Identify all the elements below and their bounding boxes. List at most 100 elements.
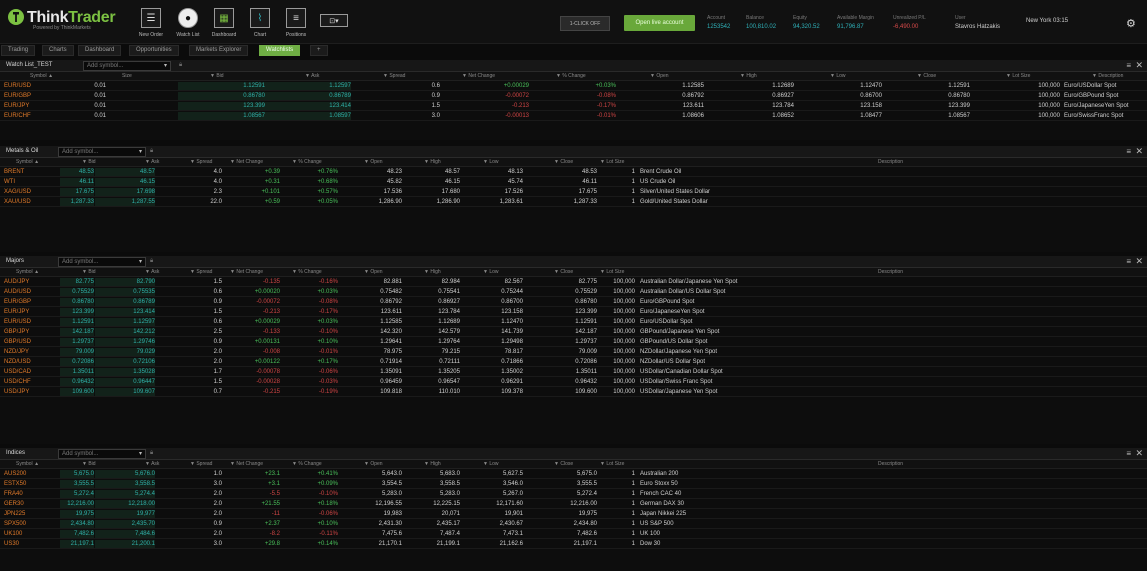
table-row[interactable]: BRENT 48.53 48.57 4.0 +0.39 +0.76% 48.23 48.57 4… xyxy=(0,168,1147,177)
column-header[interactable]: Description xyxy=(878,159,903,165)
table-row[interactable]: ESTX50 3,555.5 3,558.5 3.0 +3.1 +0.09% 3,554.5… xyxy=(0,480,1147,489)
column-header[interactable]: ▼ % Change xyxy=(292,461,322,467)
column-header[interactable]: ▼ Close xyxy=(554,159,573,165)
column-header[interactable]: ▼ Ask xyxy=(305,73,319,79)
dashboard-button[interactable]: ▦ Dashboard xyxy=(211,8,237,38)
column-header[interactable]: Description xyxy=(878,461,903,467)
column-header[interactable]: ▼ Low xyxy=(483,159,499,165)
column-header[interactable]: ▼ Low xyxy=(483,461,499,467)
column-header[interactable]: ▼ Net Change xyxy=(230,461,263,467)
tab-opportunities[interactable]: Opportunities xyxy=(129,45,179,56)
table-row[interactable]: AUD/JPY 82.775 82.790 1.5 -0.135 -0.16% 82.881… xyxy=(0,278,1147,287)
column-header[interactable]: Size xyxy=(122,73,132,79)
lock-icon[interactable]: 🔒︎ xyxy=(150,258,153,265)
column-header[interactable]: Symbol ▲ xyxy=(16,461,39,467)
add-tab-button[interactable]: + xyxy=(310,45,328,56)
column-header[interactable]: Symbol ▲ xyxy=(16,269,39,275)
menu-icon[interactable]: ≡ xyxy=(1126,61,1131,70)
table-row[interactable]: US30 21,197.1 21,200.1 3.0 +29.8 +0.14% 21,170… xyxy=(0,540,1147,549)
column-header[interactable]: ▼ Close xyxy=(554,269,573,275)
table-row[interactable]: EUR/JPY 123.399 123.414 1.5 -0.213 -0.17% 123.… xyxy=(0,308,1147,317)
table-row[interactable]: XAG/USD 17.675 17.698 2.3 +0.101 +0.57% 17.536… xyxy=(0,188,1147,197)
table-row[interactable]: USD/CHF 0.96432 0.96447 1.5 -0.00028 -0.03% 0.… xyxy=(0,378,1147,387)
table-row[interactable]: WTI 46.11 46.15 4.0 +0.31 +0.68% 45.82 46.15 45.… xyxy=(0,178,1147,187)
chevron-down-icon[interactable]: ▾ xyxy=(164,62,167,70)
tab-markets-explorer[interactable]: Markets Explorer xyxy=(189,45,249,56)
table-row[interactable]: XAU/USD 1,287.33 1,287.55 22.0 +0.59 +0.05% 1,… xyxy=(0,198,1147,207)
table-row[interactable]: USD/CAD 1.35011 1.35028 1.7 -0.00078 -0.06% 1.… xyxy=(0,368,1147,377)
column-header[interactable]: ▼ High xyxy=(424,269,441,275)
lock-icon[interactable]: 🔒︎ xyxy=(150,450,153,457)
column-header[interactable]: ▼ Ask xyxy=(145,269,159,275)
column-header[interactable]: ▼ Lot Size xyxy=(1006,73,1030,79)
column-header[interactable]: ▼ Bid xyxy=(210,73,224,79)
layout-dropdown[interactable]: ⊡▾ xyxy=(320,14,348,27)
table-row[interactable]: EUR/JPY 0.01 123.399 123.414 1.5 -0.213 -0.17%… xyxy=(0,102,1147,111)
tab-charts[interactable]: Charts xyxy=(42,45,74,56)
column-header[interactable]: ▼ Bid xyxy=(82,269,96,275)
tab-watchlists[interactable]: Watchlists xyxy=(259,45,301,56)
table-row[interactable]: NZD/JPY 79.009 79.029 2.0 -0.008 -0.01% 78.975… xyxy=(0,348,1147,357)
column-header[interactable]: ▼ Net Change xyxy=(462,73,495,79)
column-header[interactable]: ▼ Net Change xyxy=(230,159,263,165)
table-row[interactable]: AUD/USD 0.75529 0.75535 0.6 +0.00020 +0.03% 0.… xyxy=(0,288,1147,297)
close-icon[interactable]: ✕ xyxy=(1135,146,1143,157)
column-header[interactable]: ▼ Open xyxy=(364,159,383,165)
new-order-button[interactable]: ☰ New Order xyxy=(138,8,164,38)
close-icon[interactable]: ✕ xyxy=(1135,448,1143,459)
column-header[interactable]: ▼ Lot Size xyxy=(600,159,624,165)
table-row[interactable]: EUR/GBP 0.86780 0.86789 0.9 -0.00072 -0.08% 0.… xyxy=(0,298,1147,307)
table-row[interactable]: GER30 12,216.00 12,218.00 2.0 +21.55 +0.18% 12… xyxy=(0,500,1147,509)
one-click-toggle[interactable]: 1-CLICK OFF xyxy=(560,16,610,31)
table-row[interactable]: NZD/USD 0.72086 0.72106 2.0 +0.00122 +0.17% 0.… xyxy=(0,358,1147,367)
column-header[interactable]: ▼ High xyxy=(424,159,441,165)
table-row[interactable]: UK100 7,482.6 7,484.6 2.0 -8.2 -0.11% 7,475.6 7… xyxy=(0,530,1147,539)
chart-button[interactable]: ⌇ Chart xyxy=(247,8,273,38)
add-symbol-input[interactable]: Add symbol... ▾ xyxy=(58,257,146,267)
open-live-account-button[interactable]: Open live account xyxy=(624,15,695,31)
table-row[interactable]: GBP/JPY 142.187 142.212 2.5 -0.133 -0.10% 142.… xyxy=(0,328,1147,337)
column-header[interactable]: ▼ Bid xyxy=(82,159,96,165)
column-header[interactable]: ▼ Lot Size xyxy=(600,269,624,275)
chevron-down-icon[interactable]: ▾ xyxy=(139,450,142,458)
column-header[interactable]: ▼ Open xyxy=(650,73,669,79)
gear-icon[interactable]: ⚙ xyxy=(1126,17,1136,30)
add-symbol-input[interactable]: Add symbol... ▾ xyxy=(58,449,146,459)
column-header[interactable]: ▼ Ask xyxy=(145,159,159,165)
positions-button[interactable]: ≡ Positions xyxy=(283,8,309,38)
lock-icon[interactable]: 🔒︎ xyxy=(179,62,182,69)
column-header[interactable]: ▼ % Change xyxy=(292,269,322,275)
column-header[interactable]: ▼ Spread xyxy=(190,461,212,467)
table-row[interactable]: AUS200 5,675.0 5,676.0 1.0 +23.1 +0.41% 5,643.… xyxy=(0,470,1147,479)
menu-icon[interactable]: ≡ xyxy=(1126,147,1131,156)
close-icon[interactable]: ✕ xyxy=(1135,256,1143,267)
column-header[interactable]: ▼ Spread xyxy=(190,159,212,165)
table-row[interactable]: SPX500 2,434.80 2,435.70 0.9 +2.37 +0.10% 2,43… xyxy=(0,520,1147,529)
table-row[interactable]: USD/JPY 109.600 109.607 0.7 -0.215 -0.19% 109.… xyxy=(0,388,1147,397)
column-header[interactable]: ▼ Ask xyxy=(145,461,159,467)
column-header[interactable]: ▼ Close xyxy=(917,73,936,79)
column-header[interactable]: ▼ High xyxy=(424,461,441,467)
column-header[interactable]: ▼ % Change xyxy=(556,73,586,79)
table-row[interactable]: EUR/CHF 0.01 1.08567 1.08597 3.0 -0.00013 -0.0… xyxy=(0,112,1147,121)
column-header[interactable]: ▼ Low xyxy=(483,269,499,275)
table-row[interactable]: EUR/USD 1.12591 1.12597 0.6 +0.00029 +0.03% 1.… xyxy=(0,318,1147,327)
menu-icon[interactable]: ≡ xyxy=(1126,257,1131,266)
column-header[interactable]: Symbol ▲ xyxy=(30,73,53,79)
column-header[interactable]: ▼ Bid xyxy=(82,461,96,467)
table-row[interactable]: EUR/GBP 0.01 0.86780 0.86789 0.9 -0.00072 -0.0… xyxy=(0,92,1147,101)
tab-trading[interactable]: Trading xyxy=(1,45,36,56)
add-symbol-input[interactable]: Add symbol... ▾ xyxy=(58,147,146,157)
column-header[interactable]: ▼ Lot Size xyxy=(600,461,624,467)
column-header[interactable]: ▼ High xyxy=(740,73,757,79)
column-header[interactable]: Description xyxy=(878,269,903,275)
add-symbol-input[interactable]: Add symbol... ▾ xyxy=(83,61,171,71)
tab-dashboard[interactable]: Dashboard xyxy=(78,45,122,56)
column-header[interactable]: ▼ % Change xyxy=(292,159,322,165)
lock-icon[interactable]: 🔒︎ xyxy=(150,148,153,155)
column-header[interactable]: ▼ Spread xyxy=(383,73,405,79)
close-icon[interactable]: ✕ xyxy=(1135,60,1143,71)
column-header[interactable]: ▼ Close xyxy=(554,461,573,467)
table-row[interactable]: JPN225 19,975 19,977 2.0 -11 -0.06% 19,983 20,0… xyxy=(0,510,1147,519)
chevron-down-icon[interactable]: ▾ xyxy=(139,258,142,266)
